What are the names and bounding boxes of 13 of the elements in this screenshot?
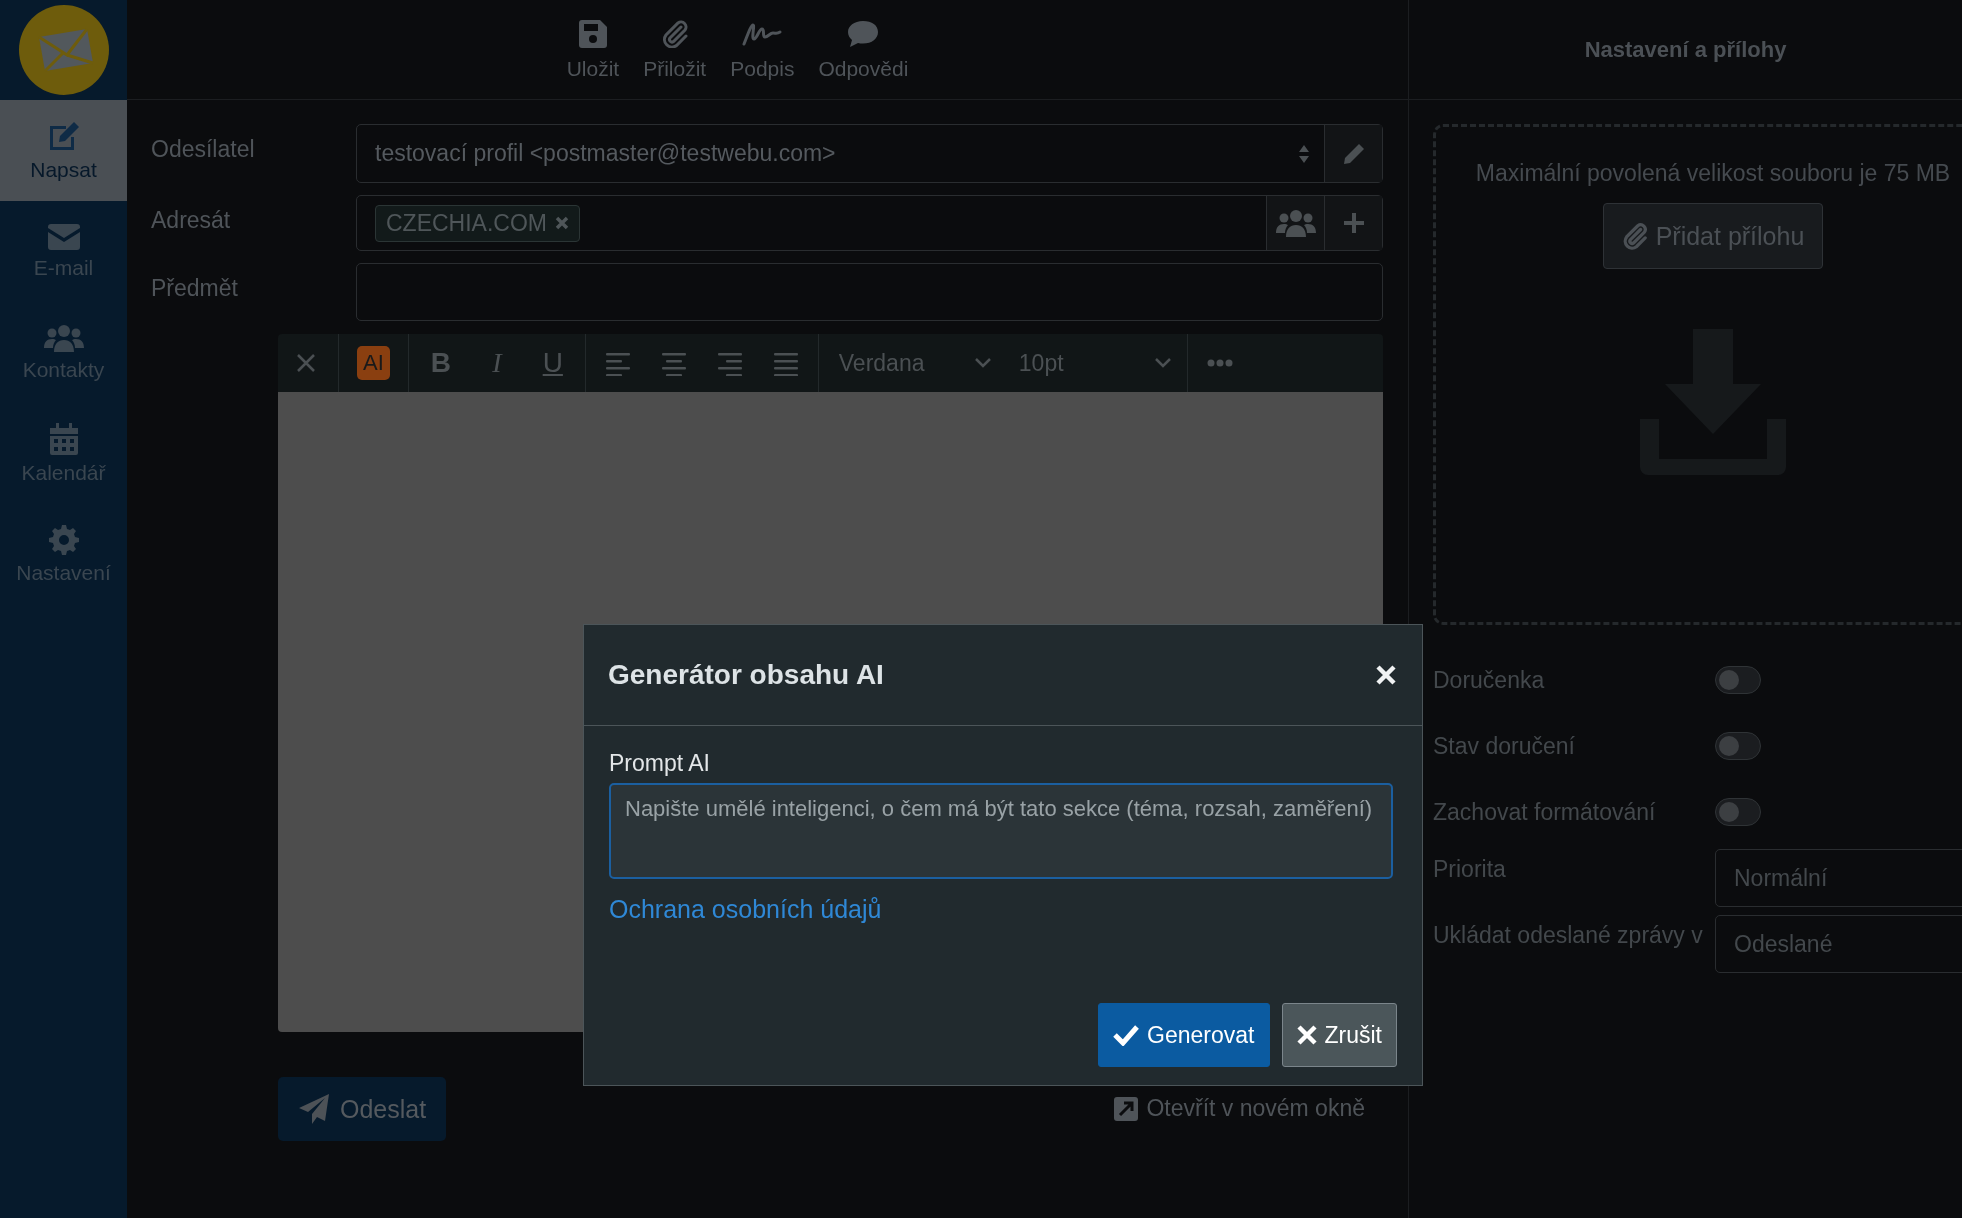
option-label: Ukládat odeslané zprávy v [1433, 921, 1704, 950]
option-label: Doručenka [1433, 665, 1546, 695]
option-label: Stav doručení [1433, 731, 1576, 761]
panel-title: Nastavení a přílohy [1409, 0, 1962, 100]
recipient-tag: CZECHIA.COM [375, 204, 580, 242]
field-label: Odesílatel [151, 135, 256, 163]
dialog-title: Generátor obsahu AI [608, 659, 884, 691]
field-label: Prompt AI [609, 750, 711, 777]
dropzone-text: Maximální povolená velikost souboru je 75 MB [1474, 159, 1952, 188]
option-label: Zachovat formátování [1433, 797, 1657, 827]
field-label: Předmět [151, 274, 239, 302]
field-label: Adresát [151, 206, 232, 234]
option-label: Priorita [1433, 855, 1507, 884]
